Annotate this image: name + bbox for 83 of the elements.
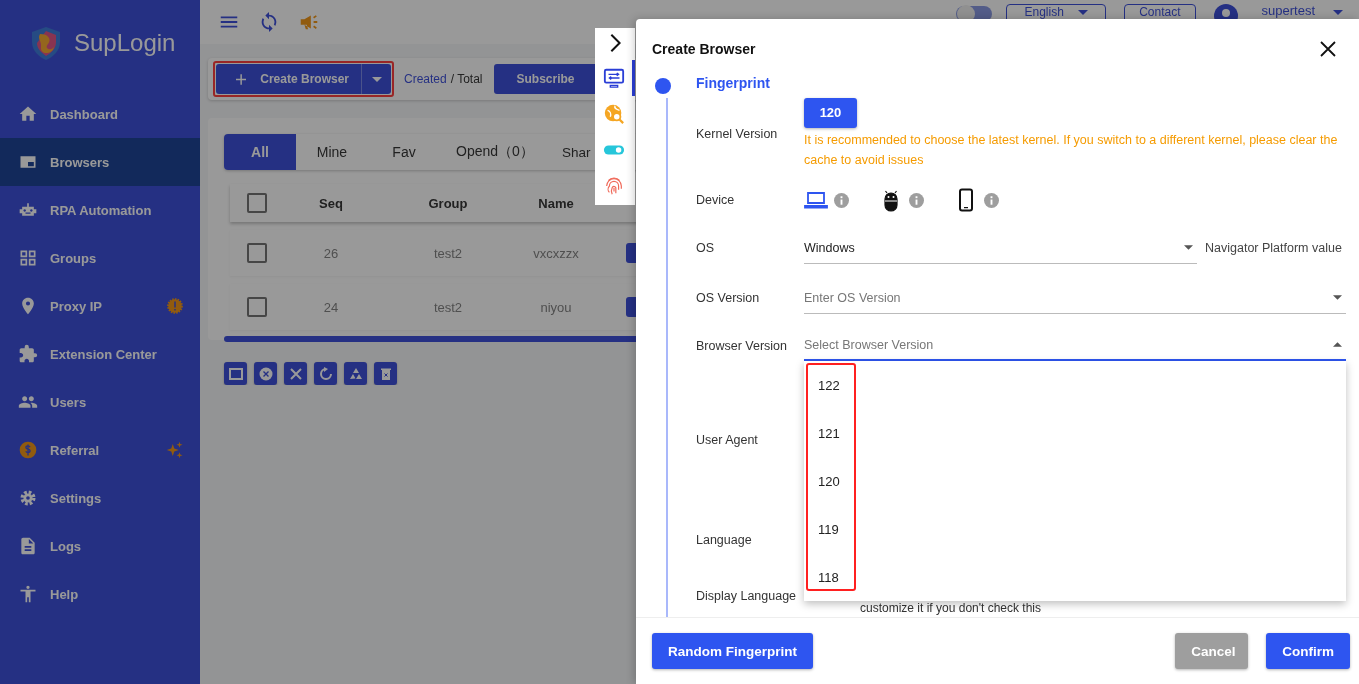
info-icon[interactable]	[909, 192, 924, 208]
table-cell-text: 26	[322, 245, 340, 261]
app-name: SupLogin	[74, 29, 176, 57]
menu-option[interactable]: 122	[804, 361, 1346, 409]
tab[interactable]: Opend（0）	[440, 134, 550, 170]
plus-icon	[236, 72, 247, 86]
subscribe-button[interactable]: Subscribe	[493, 64, 598, 94]
sidebar-item[interactable]: Dashboard	[0, 90, 200, 138]
sidebar-item[interactable]: Help	[0, 570, 200, 618]
sidebar-item[interactable]: Proxy IP	[0, 282, 200, 330]
dropdown-button[interactable]	[361, 64, 391, 94]
step-title: Fingerprint	[696, 75, 770, 91]
caret-icon	[1333, 342, 1342, 347]
sidebar-item[interactable]: Groups	[0, 234, 200, 282]
checkbox[interactable]	[247, 243, 267, 263]
help-text: customize it if you don't check this	[860, 600, 1042, 615]
sidebar-item[interactable]: Settings	[0, 474, 200, 522]
field-label: OS Version	[696, 291, 761, 305]
menu-option[interactable]: 120	[804, 457, 1346, 505]
table-cell-text: test2	[432, 245, 464, 261]
menu-option[interactable]: 118	[804, 553, 1346, 601]
table-cell-text: 24	[322, 299, 340, 315]
caret-icon	[1184, 245, 1193, 250]
column-header: Name	[537, 195, 575, 211]
dollar-coin-icon	[18, 440, 38, 460]
tab[interactable]: Fav	[368, 134, 440, 170]
field-label: Display Language	[696, 589, 798, 603]
hint-text: Navigator Platform value	[1205, 241, 1342, 255]
person-icon	[18, 584, 38, 604]
scrollbar[interactable]	[224, 336, 636, 342]
os-version-select[interactable]: Enter OS Version	[804, 282, 1346, 314]
field-label: OS	[696, 241, 716, 255]
total-label: / Total	[450, 72, 483, 86]
document-icon	[18, 536, 38, 556]
menu-option[interactable]: 121	[804, 409, 1346, 457]
step-dot	[655, 78, 671, 94]
kernel-version-button[interactable]: 120	[804, 97, 857, 128]
os-select[interactable]: Windows	[804, 232, 1197, 264]
field-label: Browser Version	[696, 338, 788, 353]
caret-icon	[371, 76, 382, 82]
sidebar-item[interactable]: Browsers	[0, 138, 200, 186]
home-icon	[18, 104, 38, 124]
random-fingerprint-button[interactable]: Random Fingerprint	[652, 633, 813, 669]
confirm-button[interactable]: Confirm	[1266, 633, 1350, 669]
trash-icon[interactable]	[374, 362, 397, 385]
refresh-icon[interactable]	[314, 362, 337, 385]
info-icon[interactable]	[834, 192, 849, 208]
table-cell-text: vxcxzzx	[532, 245, 580, 261]
field-label: Language	[696, 533, 753, 547]
checkbox[interactable]	[247, 193, 267, 213]
tab[interactable]: Mine	[296, 134, 368, 170]
caret-icon[interactable]	[1333, 10, 1343, 15]
warning-text: It is recommended to choose the latest kernel. If you switch to a different kernel, please clear the cache to avoid issues	[804, 131, 1339, 169]
dialog-title: Create Browser	[652, 41, 756, 57]
field-label: User Agent	[696, 433, 759, 447]
sidebar-item[interactable]: RPA Automation	[0, 186, 200, 234]
window-icon[interactable]	[224, 362, 247, 385]
info-icon[interactable]	[984, 192, 999, 208]
created-link[interactable]: Created	[404, 72, 447, 86]
gear-icon	[18, 488, 38, 508]
grid-icon	[18, 248, 38, 268]
field-label: Kernel Version	[696, 126, 779, 141]
close-icon[interactable]	[1320, 41, 1336, 57]
sparkle-icon	[166, 441, 184, 459]
sidebar-item[interactable]: Users	[0, 378, 200, 426]
alert-badge-icon	[166, 297, 184, 315]
puzzle-icon	[18, 344, 38, 364]
user-name[interactable]: supertest	[1261, 4, 1315, 18]
tab[interactable]: All	[224, 134, 296, 170]
table-cell-text: niyou	[539, 299, 573, 315]
recycle-icon[interactable]	[344, 362, 367, 385]
create-browser-button[interactable]: Create Browser	[216, 64, 361, 94]
column-header: Seq	[318, 195, 344, 211]
sidebar-item[interactable]: Extension Center	[0, 330, 200, 378]
checkbox[interactable]	[247, 297, 267, 317]
cancel-button[interactable]: Cancel	[1175, 633, 1249, 669]
menu-option[interactable]: 119	[804, 505, 1346, 553]
column-header: Group	[427, 195, 469, 211]
sidebar-item[interactable]: Logs	[0, 522, 200, 570]
sidebar-item[interactable]: Referral	[0, 426, 200, 474]
table-cell-text: test2	[432, 299, 464, 315]
caret-icon	[1333, 295, 1342, 300]
field-label: Device	[696, 193, 736, 207]
